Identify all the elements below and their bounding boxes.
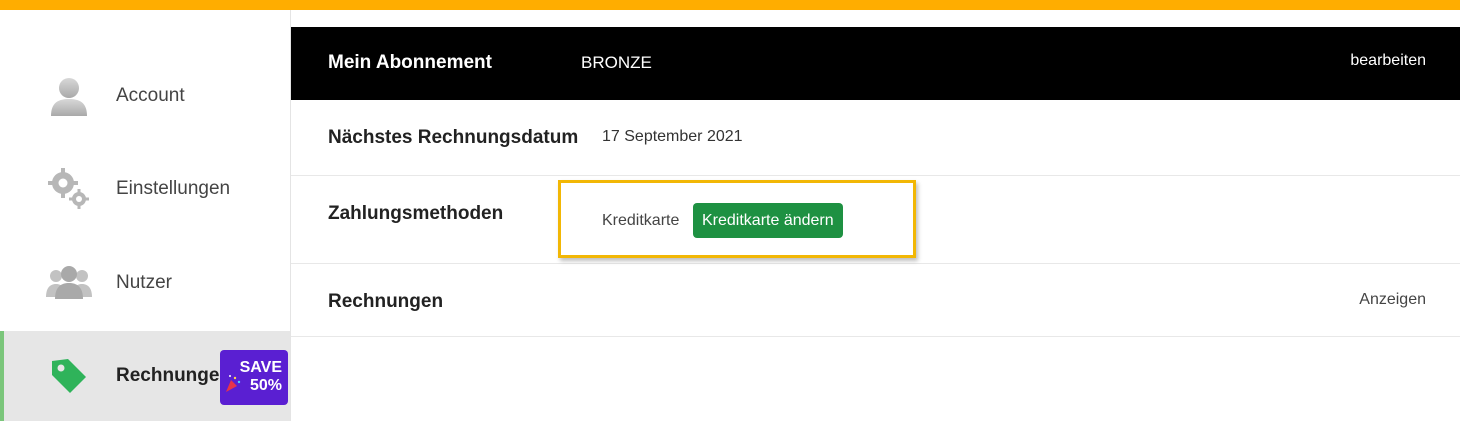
party-popper-icon [224,374,242,399]
payment-methods-row: Zahlungsmethoden Kreditkarte Kreditkarte… [291,176,1460,264]
change-credit-card-button[interactable]: Kreditkarte ändern [693,203,843,238]
users-icon [44,258,94,308]
invoices-row: Rechnungen Anzeigen [291,264,1460,337]
sidebar-item-label: Nutzer [116,272,172,293]
payment-methods-label: Zahlungsmethoden [328,203,504,224]
payment-method-value: Kreditkarte [602,212,680,229]
sidebar-item-label: Rechnungen [116,365,232,386]
tag-icon [44,351,94,401]
sidebar-item-einstellungen[interactable]: Einstellungen [0,144,290,234]
save-50-promo-badge[interactable]: SAVE 50% [220,350,288,405]
billing-date-row: Nächstes Rechnungsdatum 17 September 202… [291,100,1460,176]
sidebar-item-nutzer[interactable]: Nutzer [0,238,290,328]
invoices-label: Rechnungen [328,291,444,312]
plan-name: BRONZE [581,53,652,72]
subscription-header: Mein Abonnement BRONZE bearbeiten [291,27,1460,100]
active-indicator [0,331,4,421]
show-invoices-link[interactable]: Anzeigen [1359,291,1426,309]
user-icon [44,71,94,121]
sidebar-item-account[interactable]: Account [0,51,290,141]
sidebar-item-label: Einstellungen [116,178,231,199]
page-title: Mein Abonnement [328,52,492,73]
sidebar-item-label: Account [116,85,185,106]
gears-icon [44,164,94,214]
top-accent-bar [0,0,1460,10]
billing-date-value: 17 September 2021 [602,128,743,145]
subscription-panel: Mein Abonnement BRONZE bearbeiten Nächst… [291,27,1460,337]
billing-date-label: Nächstes Rechnungsdatum [328,127,579,148]
edit-subscription-link[interactable]: bearbeiten [1350,52,1426,70]
